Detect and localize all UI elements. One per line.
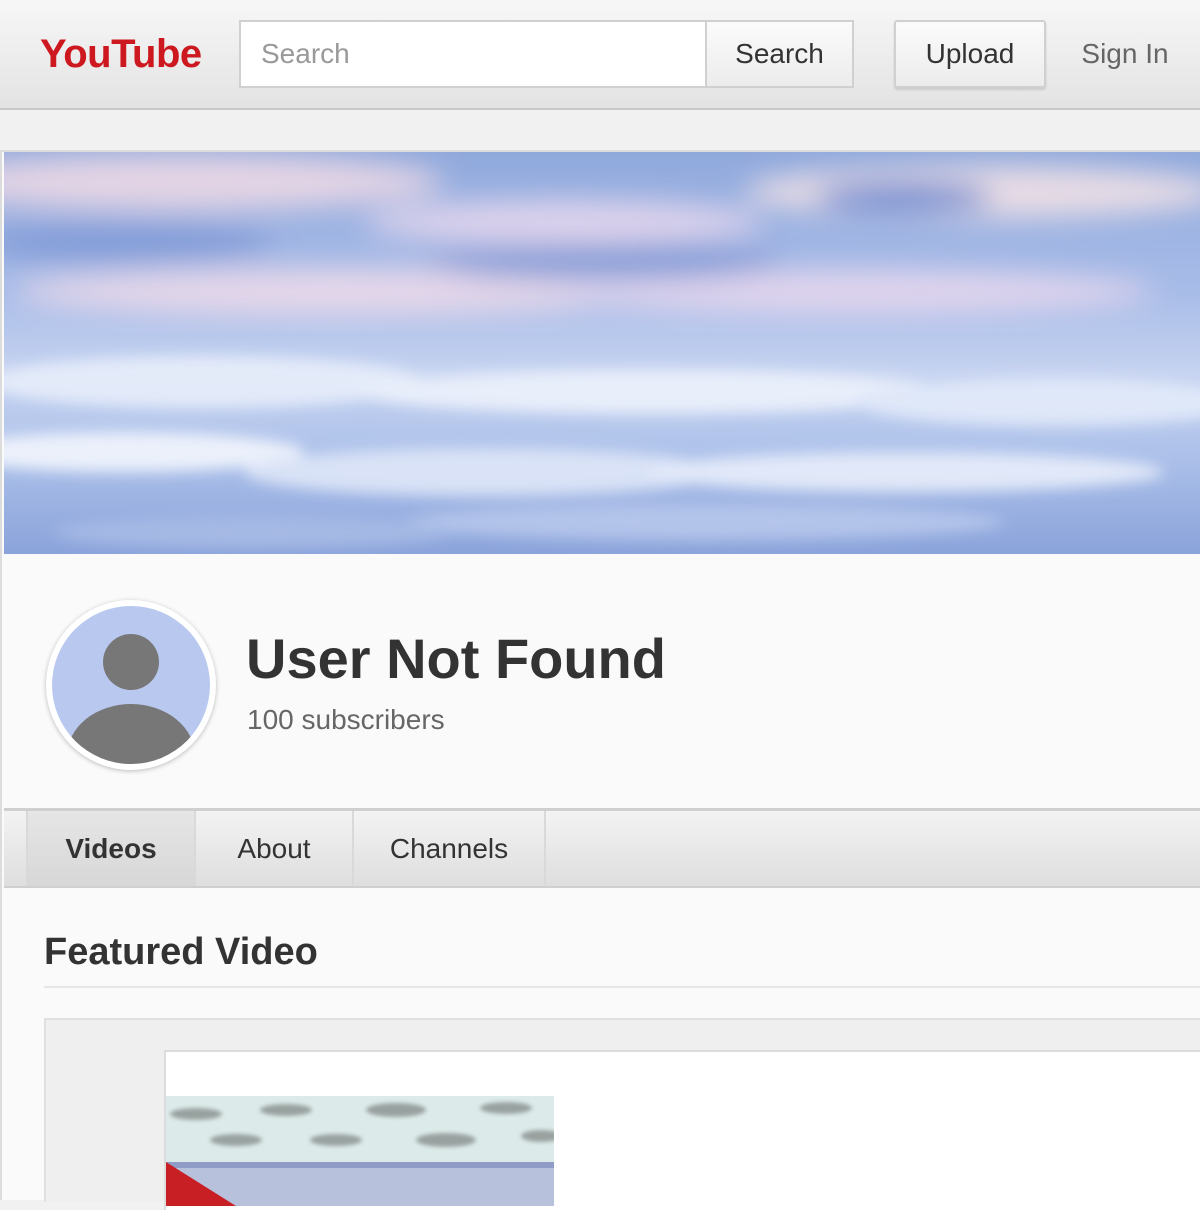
channel-banner	[4, 152, 1200, 554]
sign-in-link[interactable]: Sign In	[1060, 20, 1190, 88]
video-player[interactable]	[164, 1050, 1200, 1210]
channel-avatar[interactable]	[46, 600, 216, 770]
youtube-logo[interactable]: YouTube	[40, 28, 202, 80]
search-input[interactable]	[239, 20, 706, 88]
user-silhouette-icon	[52, 606, 210, 764]
tab-about[interactable]: About	[196, 811, 354, 886]
channel-title: User Not Found	[246, 627, 666, 690]
masthead: YouTube Search Upload Sign In	[0, 0, 1200, 110]
channel-page: User Not Found 100 subscribers Videos Ab…	[0, 150, 1200, 1210]
tab-channels[interactable]: Channels	[354, 811, 546, 886]
video-thumbnail[interactable]	[166, 1096, 554, 1206]
search-button[interactable]: Search	[705, 20, 854, 88]
channel-tabs: Videos About Channels	[4, 808, 1200, 888]
divider	[44, 986, 1200, 988]
featured-video-card	[44, 1018, 1200, 1210]
featured-video-heading: Featured Video	[44, 931, 318, 973]
tab-videos[interactable]: Videos	[26, 811, 196, 886]
upload-button[interactable]: Upload	[894, 20, 1046, 88]
subscriber-count: 100 subscribers	[247, 704, 445, 735]
